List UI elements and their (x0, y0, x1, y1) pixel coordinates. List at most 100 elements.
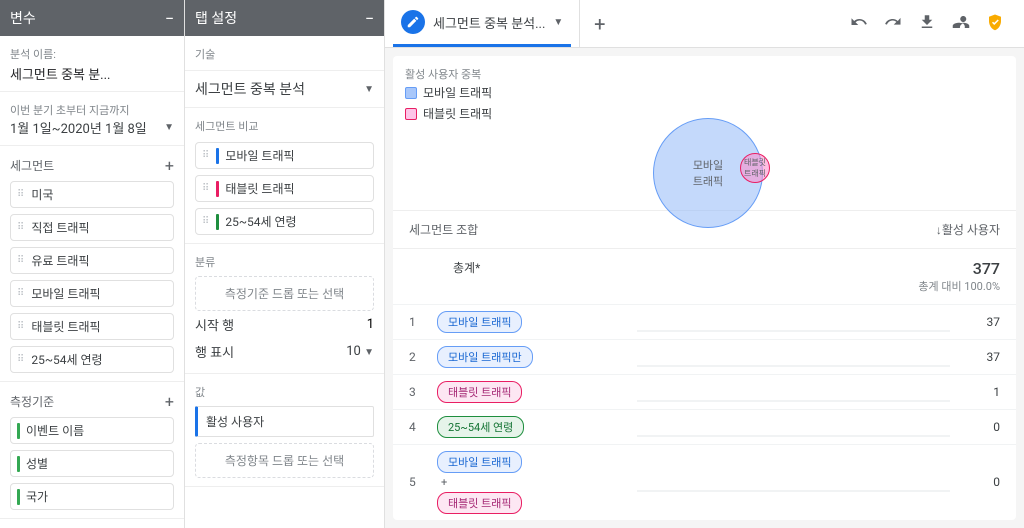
segment-chip[interactable]: ⠿모바일 트래픽 (10, 280, 174, 307)
segment-chip: 모바일 트래픽만 (437, 346, 533, 368)
analysis-name-section: 분석 이름: 세그먼트 중복 분... (0, 36, 184, 92)
main-area: 세그먼트 중복 분석... ▼ + 활성 사용자 중복 모바일 트래픽태블릿 트… (385, 0, 1024, 528)
download-button[interactable] (918, 13, 936, 35)
grip-icon: ⠿ (202, 152, 210, 160)
segment-chip: 모바일 트래픽 (437, 451, 522, 473)
row-value: 0 (950, 420, 1000, 434)
add-dimension-button[interactable]: + (165, 392, 174, 411)
tab-settings-title: 탭 설정 (195, 8, 237, 28)
active-tab[interactable]: 세그먼트 중복 분석... ▼ (393, 0, 571, 47)
date-hint: 이번 분기 초부터 지금까지 (10, 102, 174, 118)
row-value: 37 (950, 350, 1000, 364)
collapse-icon[interactable]: − (365, 9, 374, 28)
technique-value: 세그먼트 중복 분석 (195, 79, 305, 99)
segment-chip: 태블릿 트래픽 (437, 381, 522, 403)
venn-circle-tablet[interactable]: 태블릿 트래픽 (740, 153, 770, 183)
dimension-chip[interactable]: 국가 (10, 483, 174, 510)
col-segment[interactable]: 세그먼트 조합 (409, 221, 478, 238)
table-row[interactable]: 5모바일 트래픽+태블릿 트래픽0 (393, 444, 1016, 520)
add-segment-button[interactable]: + (165, 156, 174, 175)
table-row[interactable]: 425~54세 연령 0 (393, 409, 1016, 444)
row-index: 4 (409, 420, 437, 434)
analysis-name-label: 분석 이름: (10, 46, 174, 62)
segment-compare-chip[interactable]: ⠿모바일 트래픽 (195, 142, 374, 169)
breakdown-section: 분류 측정기준 드롭 또는 선택 시작 행 행 표시 10 ▼ (185, 244, 384, 374)
segment-compare-chip[interactable]: ⠿25~54세 연령 (195, 208, 374, 235)
breakdown-dropzone[interactable]: 측정기준 드롭 또는 선택 (195, 276, 374, 311)
row-index: 5 (409, 475, 437, 489)
row-bar (637, 382, 950, 402)
segment-compare-chip[interactable]: ⠿태블릿 트래픽 (195, 175, 374, 202)
variables-header: 변수 − (0, 0, 184, 36)
segment-compare-section: 세그먼트 비교 ⠿모바일 트래픽 ⠿태블릿 트래픽 ⠿25~54세 연령 (185, 108, 384, 244)
share-button[interactable] (952, 13, 970, 35)
stripe-icon (17, 423, 20, 439)
segment-chip[interactable]: ⠿태블릿 트래픽 (10, 313, 174, 340)
variables-panel: 변수 − 분석 이름: 세그먼트 중복 분... 이번 분기 초부터 지금까지 … (0, 0, 185, 528)
rows-shown-select[interactable]: 10 ▼ (346, 344, 374, 359)
row-value: 1 (950, 385, 1000, 399)
caret-icon: ▼ (364, 84, 374, 95)
start-row-input[interactable] (334, 317, 374, 332)
data-quality-icon[interactable] (986, 13, 1004, 35)
analysis-name-value[interactable]: 세그먼트 중복 분... (10, 64, 174, 83)
segments-label: 세그먼트 (10, 157, 54, 174)
stripe-icon (17, 489, 20, 505)
add-tab-button[interactable]: + (579, 0, 619, 47)
undo-button[interactable] (850, 13, 868, 35)
stripe-icon (216, 148, 219, 164)
segment-chip[interactable]: ⠿25~54세 연령 (10, 346, 174, 373)
technique-select[interactable]: 세그먼트 중복 분석 ▼ (185, 71, 384, 108)
values-label: 값 (195, 384, 374, 400)
legend-title: 활성 사용자 중복 (405, 66, 1004, 82)
breakdown-label: 분류 (195, 254, 374, 270)
caret-icon[interactable]: ▼ (553, 17, 563, 28)
value-chip[interactable]: 활성 사용자 (195, 406, 374, 437)
caret-icon: ▼ (164, 122, 174, 133)
row-bar (637, 472, 950, 492)
total-pct: 총계 대비 100.0% (918, 278, 1000, 294)
legend-item[interactable]: 모바일 트래픽 (405, 82, 1004, 103)
row-bar (637, 417, 950, 437)
rows-shown-label: 행 표시 (195, 342, 234, 361)
segment-chip: 태블릿 트래픽 (437, 492, 522, 514)
technique-section: 기술 (185, 36, 384, 71)
redo-button[interactable] (884, 13, 902, 35)
segment-chip: 모바일 트래픽 (437, 311, 522, 333)
row-index: 1 (409, 315, 437, 329)
total-value: 377 (918, 259, 1000, 278)
collapse-icon[interactable]: − (165, 9, 174, 28)
segment-chip: 25~54세 연령 (437, 416, 524, 438)
table-row[interactable]: 1모바일 트래픽37 (393, 304, 1016, 339)
segment-chip[interactable]: ⠿직접 트래픽 (10, 214, 174, 241)
tab-bar: 세그먼트 중복 분석... ▼ + (385, 0, 1024, 48)
grip-icon: ⠿ (17, 356, 25, 364)
grip-icon: ⠿ (17, 191, 25, 199)
venn-diagram[interactable]: 모바일 트래픽 태블릿 트래픽 (393, 128, 1016, 210)
row-bar (637, 347, 950, 367)
legend-swatch (405, 108, 417, 120)
dimension-chip[interactable]: 이벤트 이름 (10, 417, 174, 444)
table-row[interactable]: 3태블릿 트래픽 1 (393, 374, 1016, 409)
segment-chip[interactable]: ⠿유료 트래픽 (10, 247, 174, 274)
stripe-icon (17, 456, 20, 472)
grip-icon: ⠿ (202, 218, 210, 226)
dimension-chip[interactable]: 성별 (10, 450, 174, 477)
col-active-users[interactable]: ↓활성 사용자 (936, 221, 1000, 238)
tab-settings-panel: 탭 설정 − 기술 세그먼트 중복 분석 ▼ 세그먼트 비교 ⠿모바일 트래픽⠿… (185, 0, 385, 528)
date-range-section[interactable]: 이번 분기 초부터 지금까지 1월 1일~2020년 1월 8일 ▼ (0, 92, 184, 146)
technique-label: 기술 (195, 46, 374, 62)
variables-title: 변수 (10, 8, 36, 28)
tab-title: 세그먼트 중복 분석... (433, 13, 545, 32)
edit-tab-icon[interactable] (401, 10, 425, 34)
stripe-icon (216, 181, 219, 197)
segment-chip[interactable]: ⠿미국 (10, 181, 174, 208)
segment-compare-label: 세그먼트 비교 (195, 118, 374, 134)
dimensions-section: 측정기준 + 이벤트 이름성별국가 (0, 382, 184, 519)
grip-icon: ⠿ (17, 257, 25, 265)
start-row-label: 시작 행 (195, 315, 234, 334)
grip-icon: ⠿ (17, 290, 25, 298)
row-index: 3 (409, 385, 437, 399)
value-dropzone[interactable]: 측정항목 드롭 또는 선택 (195, 443, 374, 478)
table-row[interactable]: 2모바일 트래픽만37 (393, 339, 1016, 374)
